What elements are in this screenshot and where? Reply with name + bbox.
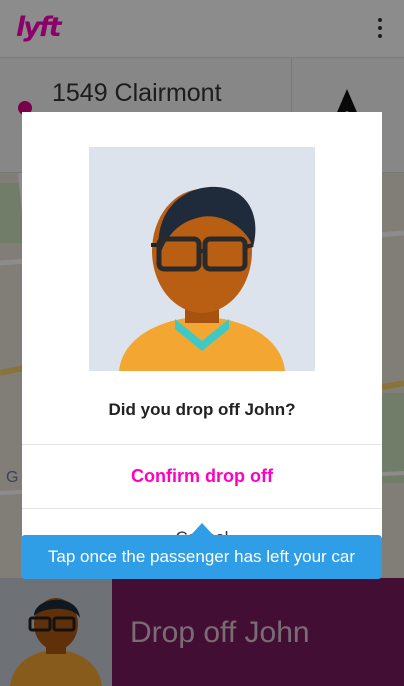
drop-off-dialog: Did you drop off John? Confirm drop off … [22,112,382,552]
confirm-drop-off-button[interactable]: Confirm drop off [22,445,382,508]
hint-tooltip: Tap once the passenger has left your car [21,535,382,579]
passenger-photo [89,147,315,371]
dialog-title: Did you drop off John? [108,400,296,419]
